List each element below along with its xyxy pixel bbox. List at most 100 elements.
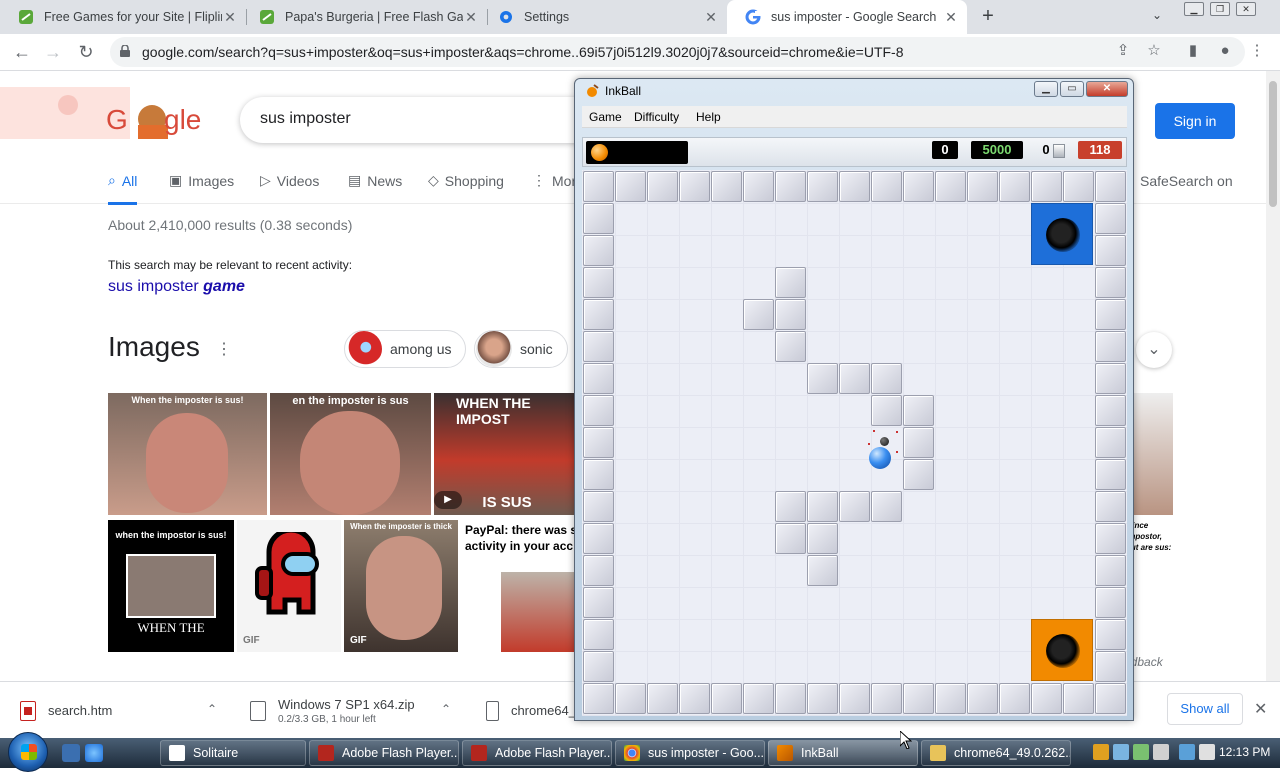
link-prefix: sus imposter <box>108 278 204 295</box>
tray-app-icon[interactable] <box>1153 744 1169 760</box>
tray-app-icon[interactable] <box>1113 744 1129 760</box>
chip-sonic[interactable]: sonic <box>474 330 568 368</box>
wall-tile <box>839 363 870 394</box>
images-heading: Images <box>108 331 200 362</box>
wall-tile <box>807 523 838 554</box>
volume-icon[interactable] <box>1199 744 1215 760</box>
chevron-down-icon[interactable]: ⌄ <box>1136 332 1172 368</box>
google-doodle[interactable]: G gle <box>0 83 210 143</box>
menu-icon[interactable]: ⋮ <box>1248 42 1266 60</box>
game-board[interactable] <box>582 170 1127 716</box>
minimize-button[interactable]: ▁ <box>1184 2 1204 16</box>
image-result[interactable]: GIF <box>237 520 341 652</box>
wall-tile <box>775 523 806 554</box>
sign-in-button[interactable]: Sign in <box>1155 103 1235 139</box>
close-window-button[interactable]: ✕ <box>1236 2 1256 16</box>
wall-tile <box>807 171 838 202</box>
menu-help[interactable]: Help <box>696 110 721 124</box>
grey-ball <box>880 437 889 446</box>
related-search-link[interactable]: sus imposter game <box>108 278 245 296</box>
tab-news[interactable]: ▤ News <box>348 172 402 189</box>
image-caption: PayPal: there was s activity in your acc… <box>465 523 580 553</box>
wall-tile <box>1095 235 1126 266</box>
menu-difficulty[interactable]: Difficulty <box>634 110 679 124</box>
image-result[interactable]: WHEN THE IMPOST IS SUS ▶ <box>434 393 580 515</box>
menu-game[interactable]: Game <box>589 110 622 124</box>
image-result[interactable]: PayPal: there was s activity in your acc… <box>461 520 580 652</box>
image-result[interactable]: en the imposter is sus <box>270 393 431 515</box>
start-button[interactable] <box>8 732 48 772</box>
download-item[interactable]: Windows 7 SP1 x64.zip 0.2/3.3 GB, 1 hour … <box>250 682 460 739</box>
taskbar-item-flash-2[interactable]: Adobe Flash Player... <box>462 740 612 766</box>
inkball-window: InkBall ▁ ▭ ✕ Game Difficulty Help 0 500… <box>574 78 1134 721</box>
wall-tile <box>839 683 870 714</box>
tab-images[interactable]: ▣ Images <box>169 172 234 189</box>
close-icon[interactable]: ✕ <box>1254 699 1267 719</box>
chevron-down-icon[interactable]: ⌄ <box>1152 8 1162 22</box>
tab-shopping[interactable]: ◇ Shopping <box>428 172 504 189</box>
page-scrollbar[interactable] <box>1266 71 1280 681</box>
network-icon[interactable] <box>1179 744 1195 760</box>
wall-tile <box>583 395 614 426</box>
side-panel-icon[interactable]: ▮ <box>1184 42 1202 60</box>
wall-tile <box>583 587 614 618</box>
tab-title: sus imposter - Google Search <box>771 10 937 24</box>
taskbar-item-solitaire[interactable]: Solitaire <box>160 740 306 766</box>
chevron-up-icon[interactable]: ⌃ <box>441 702 451 716</box>
close-icon[interactable]: ✕ <box>943 9 959 26</box>
taskbar-item-folder[interactable]: chrome64_49.0.262... <box>921 740 1071 766</box>
bookmark-star-icon[interactable]: ☆ <box>1145 42 1163 60</box>
minimize-button[interactable]: ▁ <box>1034 81 1058 97</box>
image-result[interactable] <box>1128 393 1173 515</box>
more-options-icon[interactable]: ⋮ <box>216 339 232 359</box>
image-result[interactable]: when the impostor is sus! WHEN THE <box>108 520 234 652</box>
inkball-icon <box>777 745 793 761</box>
close-icon[interactable]: ✕ <box>222 9 238 26</box>
tab-title: Settings <box>524 10 570 24</box>
tab-videos[interactable]: ▷ Videos <box>260 172 319 189</box>
internet-explorer-icon[interactable] <box>85 744 103 762</box>
wall-tile <box>583 235 614 266</box>
tray-app-icon[interactable] <box>1093 744 1109 760</box>
show-all-button[interactable]: Show all <box>1167 693 1243 725</box>
taskbar-item-chrome[interactable]: sus imposter - Goo... <box>615 740 765 766</box>
image-result[interactable]: When the imposter is sus! <box>108 393 267 515</box>
tab-settings[interactable]: Settings ✕ <box>480 0 727 34</box>
download-item[interactable]: search.htm ⌃ <box>20 682 230 739</box>
reload-button[interactable]: ↻ <box>76 42 96 62</box>
close-window-button[interactable]: ✕ <box>1086 81 1128 97</box>
wall-tile <box>807 363 838 394</box>
new-tab-button[interactable]: + <box>978 6 998 26</box>
maximize-button[interactable]: ▭ <box>1060 81 1084 97</box>
show-desktop-icon[interactable] <box>62 744 80 762</box>
share-icon[interactable]: ⇪ <box>1114 42 1132 60</box>
image-caption: When the imposter is sus! <box>131 395 244 405</box>
tab-all[interactable]: ⌕ All <box>108 172 138 205</box>
wall-tile <box>903 459 934 490</box>
download-item[interactable]: chrome64_ <box>486 682 576 739</box>
tray-app-icon[interactable] <box>1133 744 1149 760</box>
clock[interactable]: 12:13 PM <box>1219 745 1270 759</box>
close-icon[interactable]: ✕ <box>703 9 719 26</box>
chip-among-us[interactable]: among us <box>344 330 467 368</box>
wall-tile <box>1063 683 1094 714</box>
taskbar-item-inkball[interactable]: InkBall <box>768 740 918 766</box>
restore-button[interactable]: ❐ <box>1210 2 1230 16</box>
back-button[interactable]: ← <box>12 42 32 62</box>
scrollbar-thumb[interactable] <box>1269 81 1277 207</box>
taskbar-item-flash-1[interactable]: Adobe Flash Player... <box>309 740 459 766</box>
chevron-up-icon[interactable]: ⌃ <box>207 702 217 716</box>
image-result[interactable]: When the imposter is thick GIF <box>344 520 458 652</box>
wall-tile <box>1095 427 1126 458</box>
safesearch-toggle[interactable]: SafeSearch on <box>1140 173 1233 189</box>
flash-icon <box>471 745 487 761</box>
hole-opening <box>1046 634 1080 668</box>
tab-papas-burgeria[interactable]: Papa's Burgeria | Free Flash Game ✕ <box>241 0 487 34</box>
address-bar[interactable]: google.com/search?q=sus+imposter&oq=sus+… <box>110 37 1245 67</box>
tab-google-search[interactable]: sus imposter - Google Search ✕ <box>727 0 967 34</box>
close-icon[interactable]: ✕ <box>463 9 479 26</box>
forward-button[interactable]: → <box>43 42 63 62</box>
tab-flipline[interactable]: Free Games for your Site | Flipline ✕ <box>0 0 246 34</box>
profile-icon[interactable]: ● <box>1216 42 1234 60</box>
wall-tile <box>1095 299 1126 330</box>
